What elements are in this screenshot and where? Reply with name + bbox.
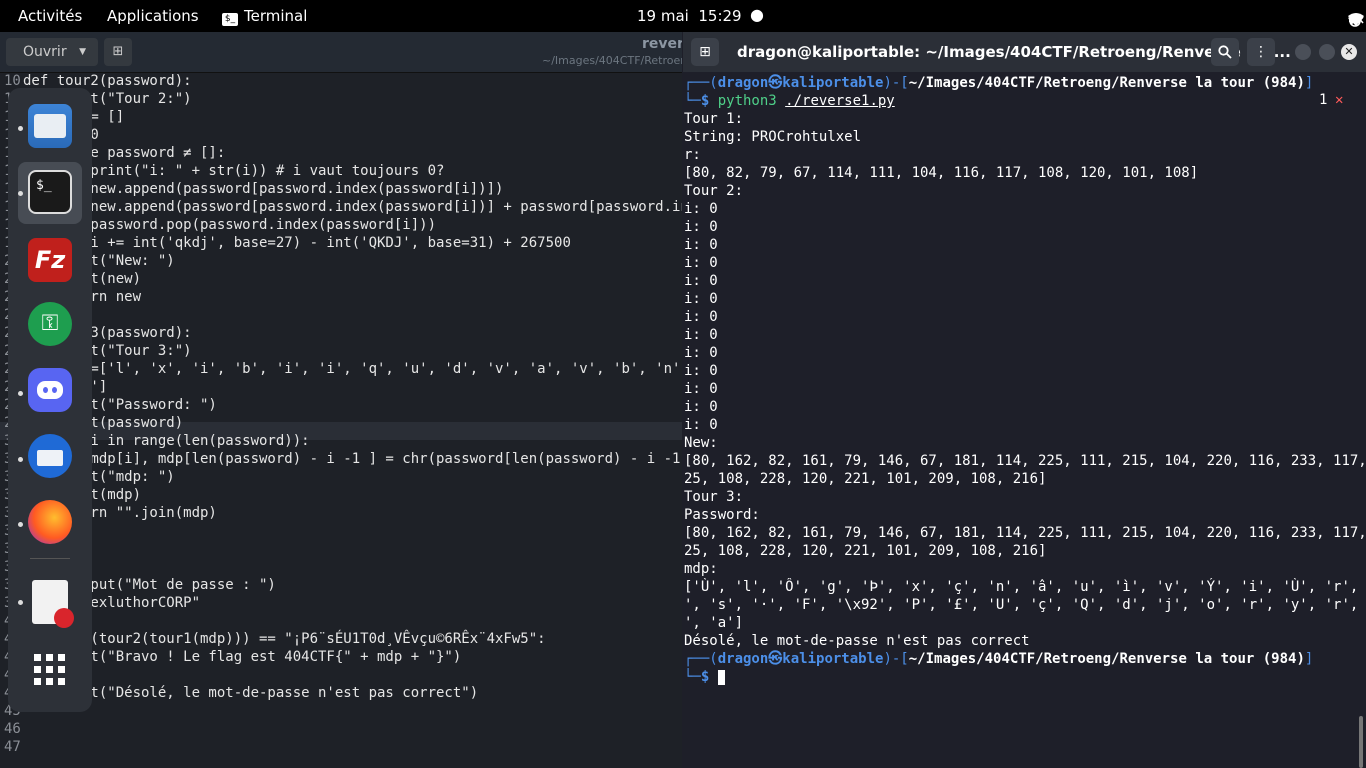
line-number: 46 — [4, 721, 21, 737]
output-line: r: — [684, 147, 701, 163]
terminal-scrollbar[interactable] — [1359, 716, 1363, 768]
error-mark-icon: ✕ — [1335, 92, 1344, 108]
new-tab-icon: ⊞ — [699, 44, 711, 60]
code-line: def tour2(password): — [23, 73, 192, 89]
new-tab-icon: ⊞ — [112, 44, 124, 59]
show-apps-grid-icon[interactable] — [28, 648, 72, 692]
command-line: └─$ python3 ./reverse1.py — [684, 93, 895, 109]
output-line: String: PROCrohtulxel — [684, 129, 862, 145]
running-indicator — [18, 457, 23, 462]
line-number: 10 — [4, 73, 21, 89]
chevron-down-icon: ▼ — [79, 47, 86, 57]
prompt-line: ┌──(dragon㉿kaliportable)-[~/Images/404CT… — [684, 75, 1314, 91]
terminal-app-icon: $_ — [222, 13, 238, 26]
search-icon — [1218, 45, 1232, 59]
discord-app-icon[interactable] — [28, 368, 72, 412]
running-indicator — [18, 191, 23, 196]
output-line: mdp: — [684, 561, 718, 577]
output-line: [80, 162, 82, 161, 79, 146, 67, 181, 114… — [684, 453, 1364, 469]
output-line: i: 0 — [684, 363, 718, 379]
text-editor-window: Ouvrir▼ ⊞ reverse ~/Images/404CTF/Retroe… — [0, 32, 682, 768]
editor-subtitle: ~/Images/404CTF/Retroeng — [542, 54, 682, 67]
output-line: [80, 82, 79, 67, 114, 111, 104, 116, 117… — [684, 165, 1199, 181]
system-menu-icon[interactable]: ▼ — [1348, 16, 1356, 27]
code-line: mdp[i], mdp[len(password) - i -1 ] = chr… — [23, 451, 682, 467]
output-line: i: 0 — [684, 381, 718, 397]
menu-button[interactable]: ⋮ — [1247, 38, 1275, 66]
close-button[interactable]: ✕ — [1341, 44, 1357, 60]
line-number: 47 — [4, 739, 21, 755]
notification-dot-icon: ● — [750, 5, 764, 24]
output-line: i: 0 — [684, 219, 718, 235]
output-line: ', 's', '·', 'F', '\x92', 'P', '£', 'U',… — [684, 597, 1364, 613]
output-block: Tour 1: String: PROCrohtulxel r: [80, 82, 7… — [684, 110, 1364, 650]
search-button[interactable] — [1211, 38, 1239, 66]
output-line: i: 0 — [684, 345, 718, 361]
output-line: i: 0 — [684, 291, 718, 307]
terminal-window: ⊞ dragon@kaliportable: ~/Images/404CTF/R… — [683, 32, 1366, 768]
running-indicator — [18, 126, 23, 131]
output-line: Tour 2: — [684, 183, 744, 199]
code-line: new.append(password[password.index(passw… — [23, 181, 504, 197]
output-line: i: 0 — [684, 327, 718, 343]
terminal-app-icon[interactable]: $_ — [28, 170, 72, 214]
clock[interactable]: 19 mai 15:29 — [637, 7, 742, 25]
new-tab-button[interactable]: ⊞ — [691, 38, 719, 66]
open-button[interactable]: Ouvrir ▼ — [6, 38, 98, 66]
output-line: i: 0 — [684, 201, 718, 217]
dock-separator — [30, 558, 70, 559]
text-cursor — [717, 669, 725, 685]
code-line: mdp =['l', 'x', 'i', 'b', 'i', 'i', 'q',… — [23, 361, 682, 377]
output-line: 25, 108, 228, 120, 221, 101, 209, 108, 2… — [684, 543, 1047, 559]
text-editor-app-icon[interactable] — [32, 580, 74, 628]
code-line: i += int('qkdj', base=27) - int('QKDJ', … — [23, 235, 571, 251]
prompt-line: ┌──(dragon㉿kaliportable)-[~/Images/404CT… — [684, 651, 1314, 667]
top-bar: Activités Applications $_ Terminal 19 mai… — [0, 0, 1366, 32]
thunderbird-app-icon[interactable] — [28, 434, 72, 478]
keepassxc-app-icon[interactable]: ⚿ — [28, 302, 72, 346]
running-indicator — [18, 600, 23, 605]
code-line: if tour3(tour2(tour1(mdp))) == "¡P6¨sÉU1… — [23, 631, 546, 647]
running-indicator — [18, 391, 23, 396]
output-line: i: 0 — [684, 417, 718, 433]
terminal-output[interactable]: ┌──(dragon㉿kaliportable)-[~/Images/404CT… — [684, 74, 1364, 686]
output-line: Tour 3: — [684, 489, 744, 505]
output-line: Tour 1: — [684, 111, 744, 127]
new-document-button[interactable]: ⊞ — [104, 38, 132, 66]
close-icon: ✕ — [1344, 45, 1354, 58]
terminal-app-menu[interactable]: $_ Terminal — [222, 7, 307, 26]
minimize-button[interactable] — [1295, 44, 1311, 60]
files-app-icon[interactable] — [28, 104, 72, 148]
editor-header: Ouvrir▼ ⊞ reverse ~/Images/404CTF/Retroe… — [0, 32, 682, 73]
firefox-app-icon[interactable] — [28, 500, 72, 544]
maximize-button[interactable] — [1319, 44, 1335, 60]
output-line: New: — [684, 435, 718, 451]
command-line: └─$ — [684, 668, 1364, 686]
applications-menu[interactable]: Applications — [107, 7, 199, 25]
output-line: ['Ù', 'l', 'Ô', 'g', 'Þ', 'x', 'ç', 'n',… — [684, 579, 1364, 595]
output-line: Password: — [684, 507, 760, 523]
editor-title: reverse — [642, 36, 682, 52]
filezilla-app-icon[interactable]: Fz — [28, 238, 72, 282]
output-line: Désolé, le mot-de-passe n'est pas correc… — [684, 633, 1030, 649]
output-line: i: 0 — [684, 399, 718, 415]
dash-dock: $_ Fz ⚿ — [8, 88, 92, 712]
job-count: 1 — [1319, 92, 1328, 108]
output-line: i: 0 — [684, 255, 718, 271]
output-line: 25, 108, 228, 120, 221, 101, 209, 108, 2… — [684, 471, 1047, 487]
kebab-menu-icon: ⋮ — [1254, 44, 1268, 60]
activities-button[interactable]: Activités — [18, 7, 82, 25]
output-line: i: 0 — [684, 273, 718, 289]
output-line: [80, 162, 82, 161, 79, 146, 67, 181, 114… — [684, 525, 1364, 541]
running-indicator — [18, 522, 23, 527]
terminal-header: ⊞ dragon@kaliportable: ~/Images/404CTF/R… — [683, 32, 1366, 72]
terminal-title: dragon@kaliportable: ~/Images/404CTF/Ret… — [737, 43, 1291, 61]
output-line: i: 0 — [684, 237, 718, 253]
output-line: ', 'a'] — [684, 615, 744, 631]
code-line: new.append(password[password.index(passw… — [23, 199, 682, 215]
output-line: i: 0 — [684, 309, 718, 325]
